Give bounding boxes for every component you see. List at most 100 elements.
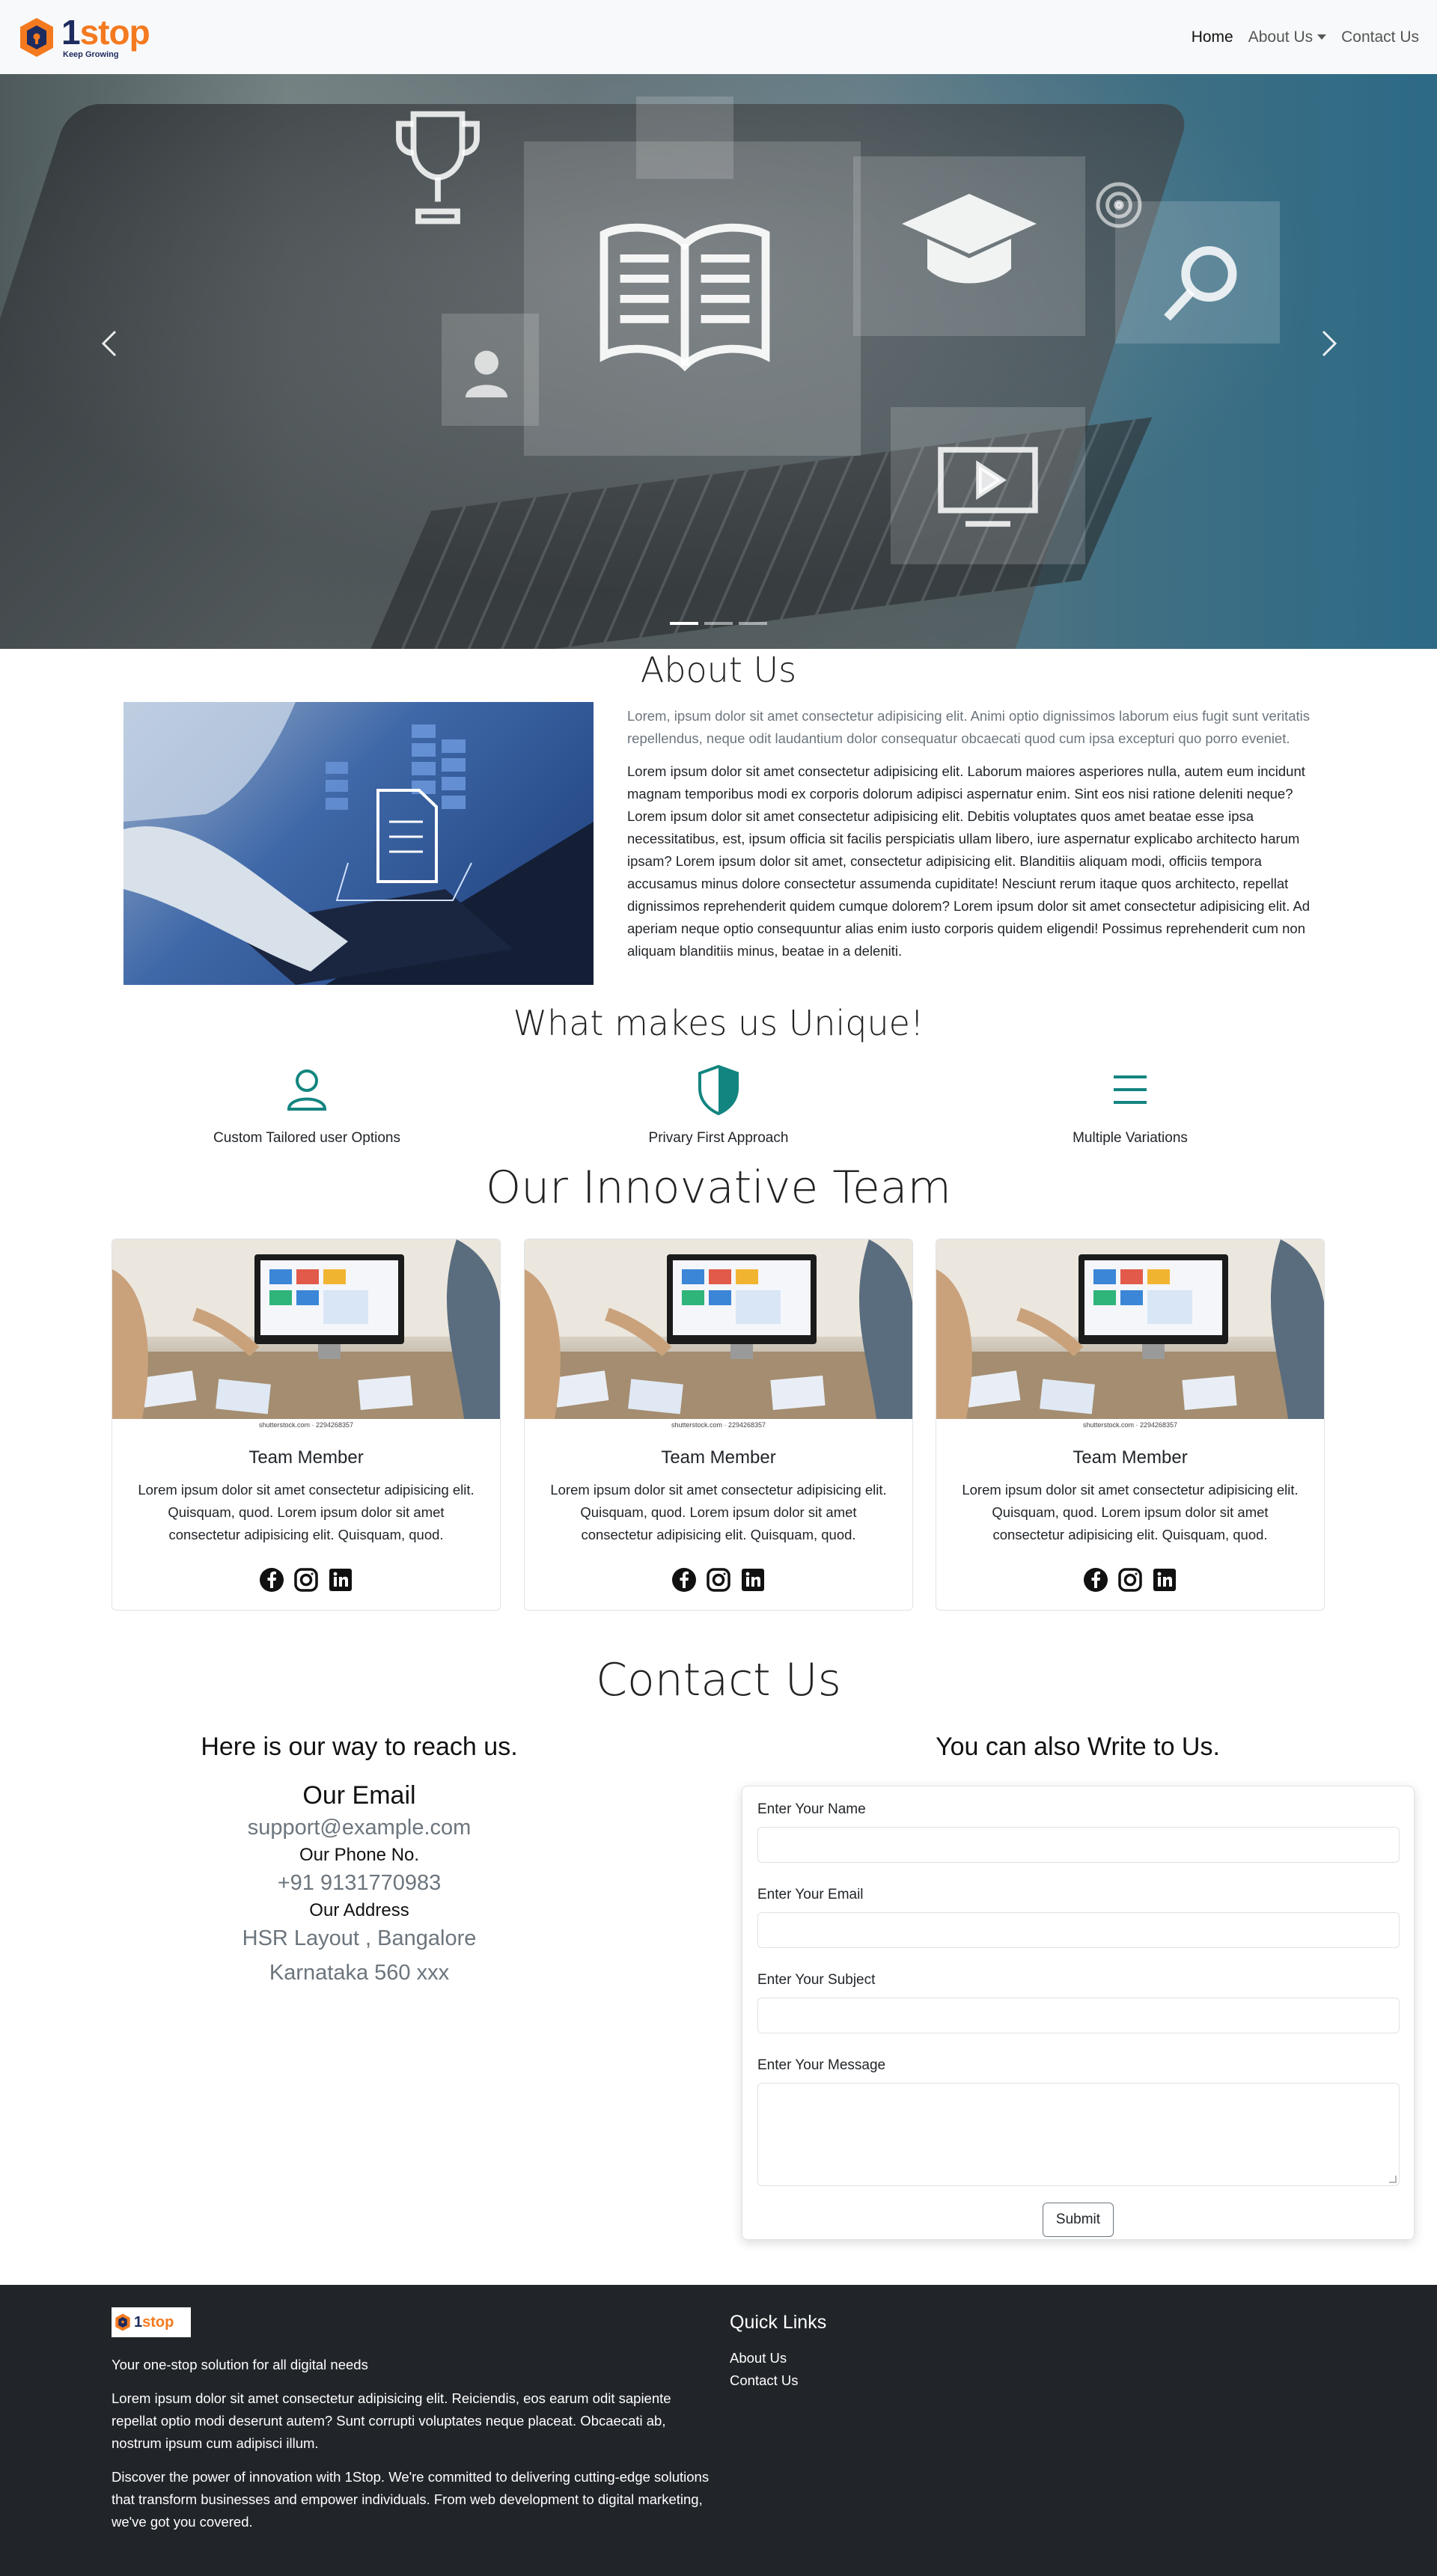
footer-paragraph: Discover the power of innovation with 1S… — [112, 2469, 710, 2530]
unique-title: What makes us Unique! — [513, 1003, 924, 1043]
hexagon-logo-icon — [115, 2313, 130, 2331]
laptop-document-illustration — [123, 702, 594, 985]
footer-paragraph: Lorem ipsum dolor sit amet consectetur a… — [112, 2390, 671, 2451]
carousel-indicator[interactable] — [739, 622, 767, 625]
carousel-prev-icon[interactable] — [94, 321, 124, 366]
footer-logo[interactable]: 1stop — [112, 2307, 191, 2337]
message-field[interactable] — [757, 2083, 1400, 2186]
nav-home-link[interactable]: Home — [1192, 28, 1233, 46]
person-icon — [287, 1069, 327, 1111]
image-caption: shutterstock.com · 2294268357 — [258, 1421, 354, 1429]
footer-link-contact[interactable]: Contact Us — [730, 2369, 826, 2392]
address-title: Our Address — [309, 1900, 409, 1920]
carousel-next-icon[interactable] — [1314, 321, 1344, 366]
team-photo — [936, 1239, 1324, 1419]
graduation-cap-icon — [902, 194, 1037, 284]
message-label: Enter Your Message — [757, 2057, 886, 2073]
linkedin-icon[interactable] — [328, 1567, 353, 1593]
email-field[interactable] — [757, 1912, 1400, 1948]
menu-icon — [1114, 1075, 1147, 1104]
social-links — [936, 1567, 1324, 1593]
nav-contact-link[interactable]: Contact Us — [1341, 28, 1419, 46]
submit-button[interactable]: Submit — [1043, 2203, 1114, 2237]
address-line-1: HSR Layout , Bangalore — [242, 1926, 477, 1950]
facebook-icon[interactable] — [671, 1567, 697, 1593]
overlay-panel — [636, 97, 733, 179]
email-label: Enter Your Email — [757, 1887, 864, 1902]
instagram-icon[interactable] — [706, 1567, 731, 1593]
address-line-2: Karnataka 560 xxx — [269, 1961, 450, 1985]
write-heading: You can also Write to Us. — [936, 1733, 1220, 1761]
office-desk-illustration — [112, 1239, 500, 1419]
book-icon — [599, 223, 770, 372]
brand-tagline: Keep Growing — [63, 50, 119, 59]
facebook-icon[interactable] — [259, 1567, 284, 1593]
email-title: Our Email — [302, 1781, 416, 1810]
instagram-icon[interactable] — [1117, 1567, 1143, 1593]
name-field[interactable] — [757, 1827, 1400, 1863]
member-name: Team Member — [248, 1447, 364, 1468]
team-title: Our Innovative Team — [485, 1162, 951, 1214]
feature-label: Multiple Variations — [1073, 1130, 1188, 1146]
feature-item: Privary First Approach — [531, 1063, 906, 1147]
magnifier-icon — [1164, 245, 1237, 321]
resize-grip-icon[interactable] — [1389, 2176, 1397, 2183]
email-value[interactable]: support@example.com — [120, 1810, 599, 1845]
feature-label: Privary First Approach — [648, 1130, 789, 1146]
feature-icon-wrap — [531, 1063, 906, 1117]
social-links — [525, 1567, 912, 1593]
contact-form: Enter Your Name Enter Your Email Enter Y… — [742, 1786, 1415, 2240]
feature-icon-wrap — [943, 1063, 1317, 1117]
shield-icon — [698, 1064, 739, 1115]
team-photo — [525, 1239, 912, 1419]
brand-name: 1stop — [61, 13, 150, 52]
instagram-icon[interactable] — [293, 1567, 319, 1593]
team-card: shutterstock.com · 2294268357 Team Membe… — [936, 1239, 1325, 1611]
about-image — [123, 702, 594, 985]
footer: 1stop Your one-stop solution for all dig… — [0, 2285, 1437, 2576]
feature-icon-wrap — [120, 1063, 494, 1117]
phone-value[interactable]: +91 9131770983 — [120, 1866, 599, 1900]
brand-text: 1stop Keep Growing — [61, 15, 150, 59]
linkedin-icon[interactable] — [1152, 1567, 1177, 1593]
office-desk-illustration — [525, 1239, 912, 1419]
target-icon — [1096, 182, 1142, 228]
member-bio: Lorem ipsum dolor sit amet consectetur a… — [962, 1482, 1299, 1542]
about-body: Lorem ipsum dolor sit amet consectetur a… — [627, 763, 1311, 959]
linkedin-icon[interactable] — [740, 1567, 766, 1593]
contact-info: Here is our way to reach us. Our Email s… — [120, 1733, 599, 1990]
navbar: 1stop Keep Growing Home About Us Contact… — [0, 0, 1437, 74]
user-icon — [466, 350, 507, 397]
reach-heading: Here is our way to reach us. — [201, 1733, 518, 1761]
member-name: Team Member — [661, 1447, 776, 1468]
brand-logo[interactable]: 1stop Keep Growing — [18, 15, 150, 59]
feature-item: Multiple Variations — [943, 1063, 1317, 1147]
image-caption: shutterstock.com · 2294268357 — [671, 1421, 766, 1429]
image-caption: shutterstock.com · 2294268357 — [1082, 1421, 1178, 1429]
member-bio: Lorem ipsum dolor sit amet consectetur a… — [138, 1482, 475, 1542]
subject-label: Enter Your Subject — [757, 1972, 876, 1988]
contact-title: Contact Us — [596, 1654, 841, 1706]
trophy-icon — [396, 111, 480, 225]
caret-down-icon — [1317, 34, 1327, 40]
nav-about-dropdown[interactable]: About Us — [1248, 28, 1327, 46]
hexagon-logo-icon — [20, 17, 53, 57]
about-text: Lorem, ipsum dolor sit amet consectetur … — [627, 705, 1323, 962]
video-icon — [938, 447, 1038, 527]
facebook-icon[interactable] — [1083, 1567, 1108, 1593]
footer-brand-name: 1stop — [134, 2314, 174, 2331]
name-label: Enter Your Name — [757, 1801, 866, 1817]
carousel-indicator[interactable] — [670, 622, 698, 625]
footer-link-about[interactable]: About Us — [730, 2347, 826, 2369]
hero-carousel — [0, 74, 1437, 649]
subject-field[interactable] — [757, 1997, 1400, 2033]
office-desk-illustration — [936, 1239, 1324, 1419]
team-card: shutterstock.com · 2294268357 Team Membe… — [524, 1239, 913, 1611]
phone-title: Our Phone No. — [299, 1845, 420, 1865]
carousel-indicator[interactable] — [704, 622, 733, 625]
nav-about-label: About Us — [1248, 28, 1314, 46]
nav-links: Home About Us Contact Us — [1192, 28, 1419, 46]
member-name: Team Member — [1073, 1447, 1188, 1468]
about-lead: Lorem, ipsum dolor sit amet consectetur … — [627, 708, 1311, 746]
about-title: About Us — [640, 650, 797, 690]
